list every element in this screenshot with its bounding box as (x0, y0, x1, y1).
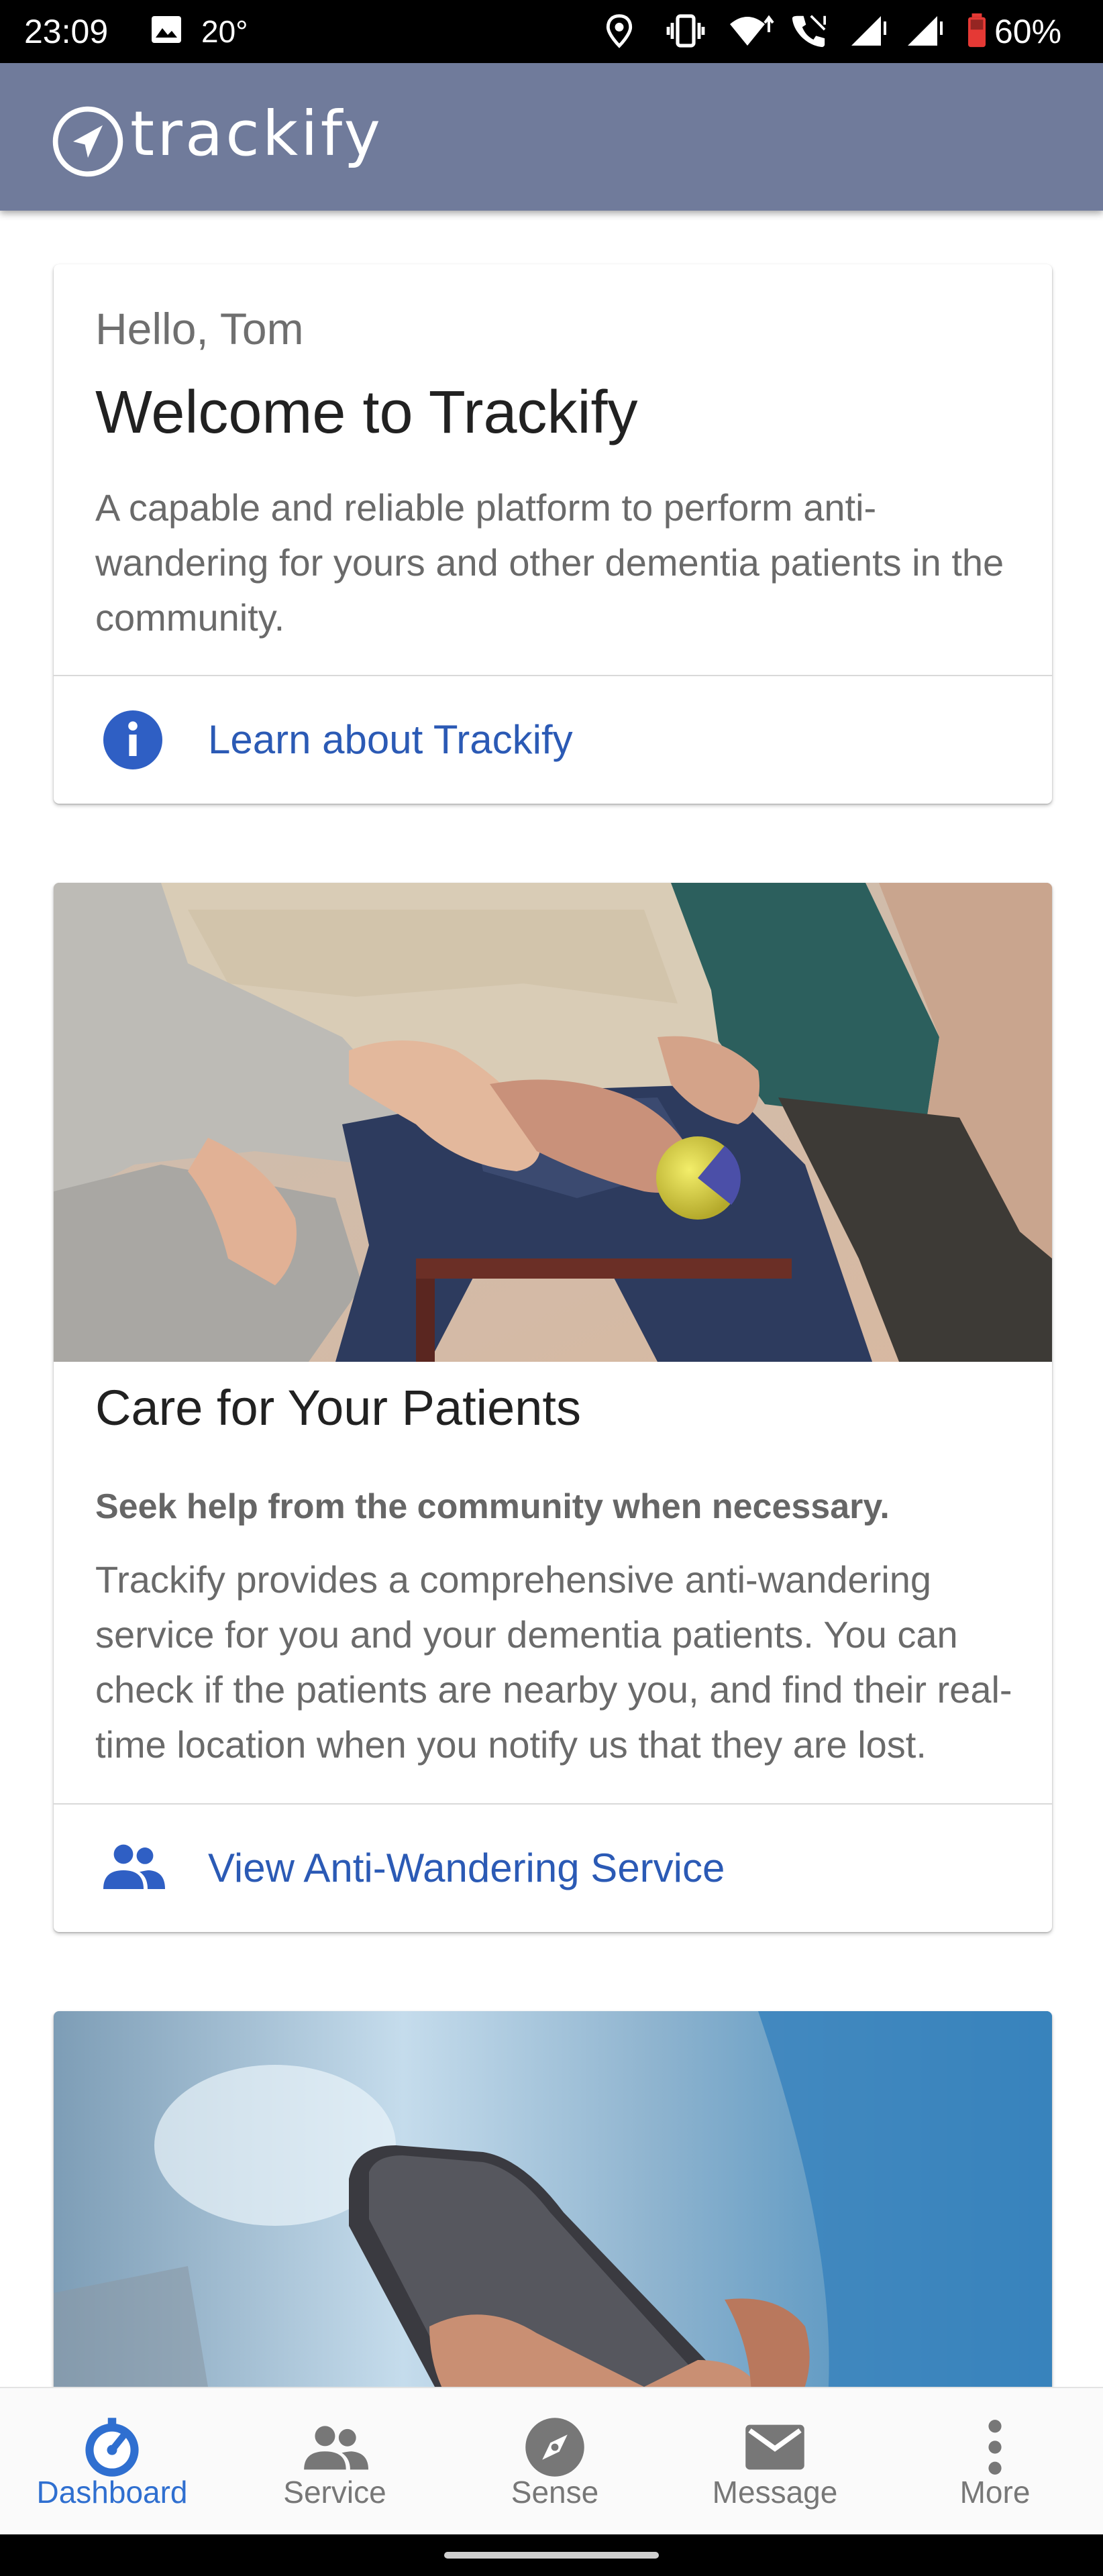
mail-icon (745, 2424, 804, 2470)
bottom-navigation: Dashboard Service Sense Message More (0, 2387, 1103, 2536)
care-description: Trackify provides a comprehensive anti-w… (95, 1552, 1021, 1772)
welcome-description-line: A capable and reliable platform to perfo… (95, 486, 877, 529)
care-description-line: service for you and your dementia patien… (95, 1613, 958, 1656)
care-title: Care for Your Patients (95, 1380, 581, 1436)
home-gesture-handle[interactable] (444, 2552, 659, 2559)
nav-message[interactable]: Message (665, 2388, 885, 2536)
nav-more-label: More (959, 2475, 1031, 2510)
welcome-card: Hello, Tom Welcome to Trackify A capable… (54, 264, 1052, 804)
care-description-line: Trackify provides a comprehensive anti-w… (95, 1558, 932, 1601)
more-vertical-icon (988, 2420, 1002, 2475)
compass-icon (525, 2418, 584, 2477)
app-bar: trackify (0, 63, 1103, 211)
view-service-label: View Anti-Wandering Service (208, 1845, 725, 1890)
greeting: Hello, Tom (95, 304, 304, 354)
welcome-title: Welcome to Trackify (95, 379, 638, 446)
nav-more[interactable]: More (885, 2388, 1103, 2536)
status-bar: 23:09 20° 60% (0, 0, 1103, 63)
gallery-icon (152, 16, 181, 43)
nav-sense-label: Sense (511, 2475, 599, 2510)
wifi-icon (730, 15, 774, 46)
status-temperature: 20° (201, 14, 248, 49)
care-card: Care for Your Patients Seek help from th… (54, 883, 1052, 1932)
system-navigation-bar (0, 2534, 1103, 2576)
location-icon (606, 14, 633, 48)
people-icon (103, 1844, 165, 1889)
phone-card (54, 2011, 1052, 2427)
info-icon (103, 710, 162, 769)
navigation-arrow-icon (52, 106, 123, 177)
care-description-line: check if the patients are nearby you, an… (95, 1668, 1012, 1711)
people-icon (304, 2426, 368, 2470)
nav-service[interactable]: Service (225, 2388, 445, 2536)
welcome-description-line: community. (95, 596, 285, 639)
vibrate-icon (666, 14, 705, 48)
care-photo (54, 883, 1052, 1362)
care-subtitle: Seek help from the community when necess… (95, 1487, 890, 1526)
welcome-description-line: wandering for yours and other dementia p… (95, 541, 1004, 584)
signal-icon (908, 16, 943, 46)
nav-message-label: Message (712, 2475, 838, 2510)
nav-sense[interactable]: Sense (445, 2388, 665, 2536)
learn-about-label: Learn about Trackify (208, 717, 573, 762)
battery-percent: 60% (994, 13, 1062, 50)
status-time: 23:09 (24, 13, 109, 50)
signal-icon (851, 16, 886, 46)
welcome-description: A capable and reliable platform to perfo… (95, 480, 1021, 645)
view-service-button[interactable]: View Anti-Wandering Service (54, 1805, 1052, 1932)
nav-dashboard[interactable]: Dashboard (2, 2388, 222, 2536)
nav-dashboard-label: Dashboard (36, 2475, 188, 2510)
nav-service-label: Service (283, 2475, 386, 2510)
learn-about-button[interactable]: Learn about Trackify (54, 676, 1052, 804)
phone-photo (54, 2011, 1052, 2427)
app-brand[interactable]: trackify (130, 98, 383, 170)
dashboard-icon (85, 2418, 139, 2477)
care-description-line: time location when you notify us that th… (95, 1723, 927, 1766)
battery-icon (968, 13, 986, 48)
call-icon (792, 15, 826, 48)
